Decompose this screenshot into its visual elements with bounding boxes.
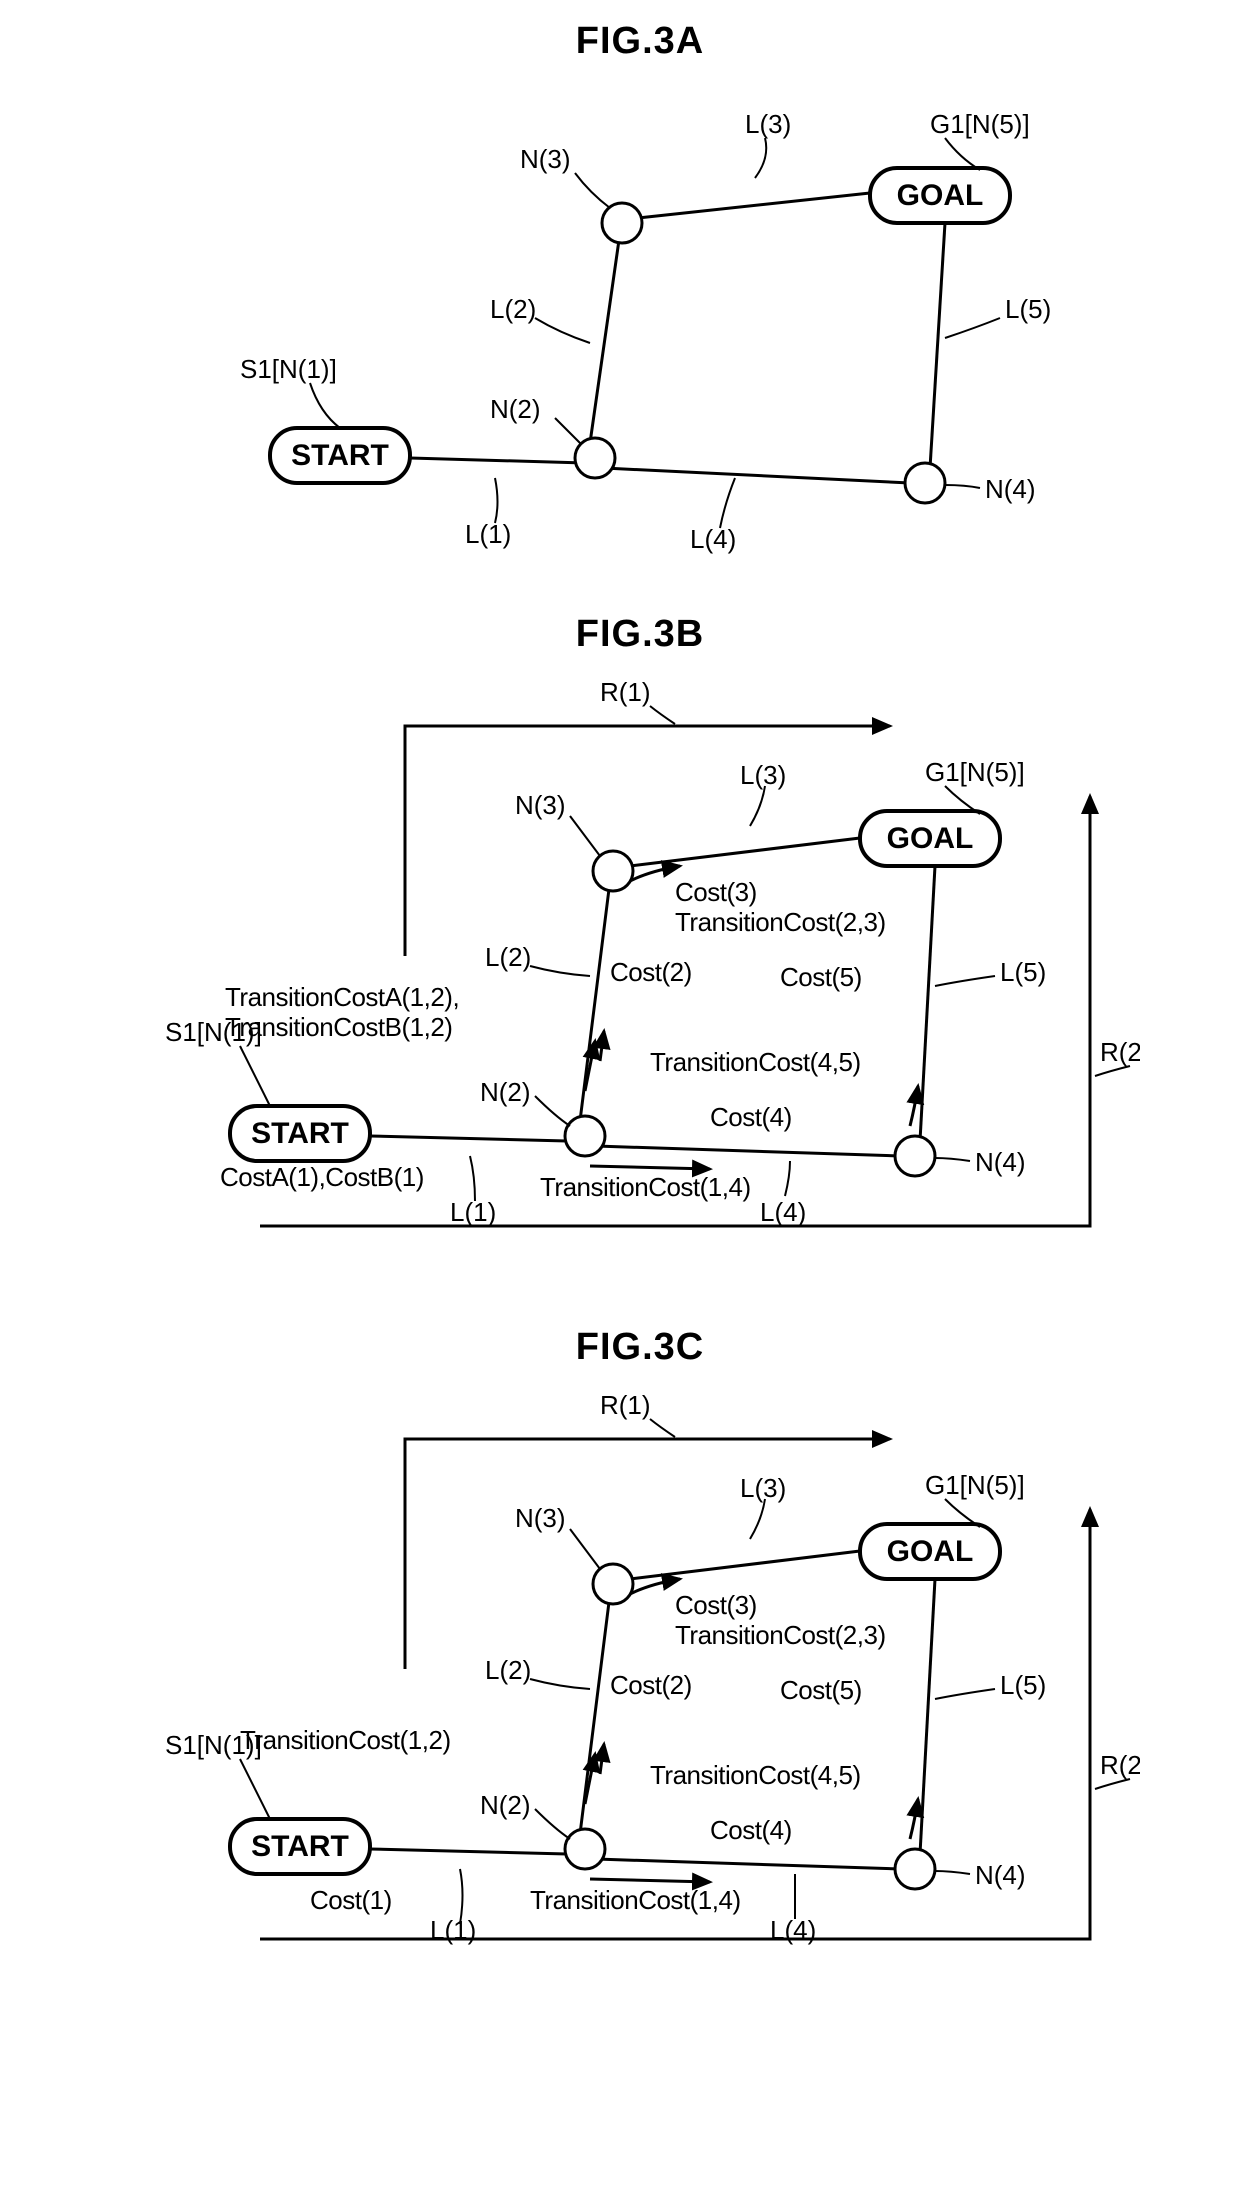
cost5: Cost(5) [780,1675,862,1705]
goal-label: GOAL [887,822,974,855]
n3-label: N(3) [520,144,571,174]
n4-label: N(4) [975,1147,1026,1177]
r2-label: R(2) [1100,1037,1140,1067]
node-n2 [565,1116,605,1156]
node-n4 [895,1849,935,1889]
l2-label: L(2) [485,942,531,972]
l2-label: L(2) [490,294,536,324]
fig-3a-title: FIG.3A [20,20,1240,63]
l4-label: L(4) [690,524,736,554]
l5-label: L(5) [1005,294,1051,324]
l1-label: L(1) [465,519,511,549]
tc23: TransitionCost(2,3) [675,1620,886,1650]
n2-label: N(2) [490,394,541,424]
fig-3a-svg: START GOAL S1[N(1 [190,73,1090,573]
l3-label: L(3) [745,109,791,139]
tcA12: TransitionCostA(1,2), [225,982,459,1012]
figure-3a: FIG.3A START GOAL [20,20,1240,573]
node-n4 [905,463,945,503]
cost4: Cost(4) [710,1815,792,1845]
n4-label: N(4) [975,1860,1026,1890]
l1-label: L(1) [430,1915,476,1945]
l1-label: L(1) [450,1197,496,1227]
figure-3c: FIG.3C R(1) R(2) START GOAL [20,1326,1240,1999]
fig-3b-svg: R(1) R(2) START GOAL [140,666,1140,1286]
cost4: Cost(4) [710,1102,792,1132]
start-label: START [291,439,389,472]
start-label: START [251,1117,349,1150]
tc45: TransitionCost(4,5) [650,1047,861,1077]
cost3: Cost(3) [675,1590,757,1620]
r1-label: R(1) [600,677,651,707]
l4-label: L(4) [760,1197,806,1227]
l2-label: L(2) [485,1655,531,1685]
n4-label: N(4) [985,474,1036,504]
s1-label: S1[N(1)] [240,354,337,384]
fig-3c-title: FIG.3C [20,1326,1240,1369]
tc23: TransitionCost(2,3) [675,907,886,937]
l3-label: L(3) [740,1473,786,1503]
tc12: TransitionCost(1,2) [240,1725,451,1755]
l5-label: L(5) [1000,1670,1046,1700]
node-n4 [895,1136,935,1176]
node-n2 [575,438,615,478]
tc45: TransitionCost(4,5) [650,1760,861,1790]
node-n3 [593,851,633,891]
g1-label: G1[N(5)] [930,109,1030,139]
cost1: Cost(1) [310,1885,392,1915]
goal-label: GOAL [887,1535,974,1568]
figure-3b: FIG.3B R(1) R(2) START GOAL [20,613,1240,1286]
n3-label: N(3) [515,1503,566,1533]
r2-label: R(2) [1100,1750,1140,1780]
tcB12: TransitionCostB(1,2) [225,1012,452,1042]
n3-label: N(3) [515,790,566,820]
l5-label: L(5) [1000,957,1046,987]
node-n2 [565,1829,605,1869]
l4-label: L(4) [770,1915,816,1945]
cost2: Cost(2) [610,1670,692,1700]
n2-label: N(2) [480,1790,531,1820]
tc14: TransitionCost(1,4) [540,1172,751,1202]
fig-3c-svg: R(1) R(2) START GOAL [140,1379,1140,1999]
n2-label: N(2) [480,1077,531,1107]
r1-label: R(1) [600,1390,651,1420]
costA1B1: CostA(1),CostB(1) [220,1162,424,1192]
start-label: START [251,1830,349,1863]
cost2: Cost(2) [610,957,692,987]
l3-label: L(3) [740,760,786,790]
node-n3 [593,1564,633,1604]
node-n3 [602,203,642,243]
fig-3b-title: FIG.3B [20,613,1240,656]
cost5: Cost(5) [780,962,862,992]
tc14: TransitionCost(1,4) [530,1885,741,1915]
g1-label: G1[N(5)] [925,1470,1025,1500]
goal-label: GOAL [897,179,984,212]
cost3: Cost(3) [675,877,757,907]
g1-label: G1[N(5)] [925,757,1025,787]
